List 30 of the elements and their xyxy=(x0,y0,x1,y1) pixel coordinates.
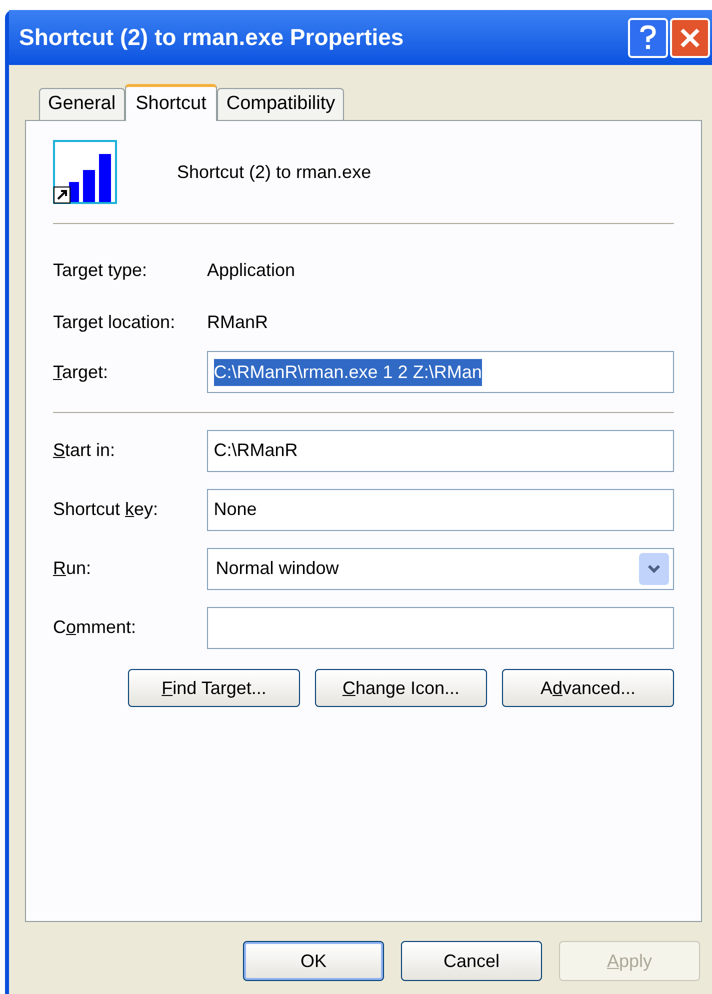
window-title: Shortcut (2) to rman.exe Properties xyxy=(19,23,405,52)
field-label: Comment: xyxy=(53,616,138,639)
dialog-button[interactable]: Cancel xyxy=(401,941,542,981)
shortcut-name: Shortcut (2) to rman.exe xyxy=(177,160,372,184)
input-field[interactable]: C:\RManR xyxy=(206,430,674,472)
field-value: Application xyxy=(207,258,296,282)
tab[interactable]: Shortcut xyxy=(124,84,218,121)
field-label: Target location: xyxy=(53,310,176,334)
tab[interactable]: Compatibility xyxy=(217,88,344,120)
close-button[interactable] xyxy=(670,18,710,58)
field-label: Target type: xyxy=(53,258,148,282)
dialog-button[interactable]: OK xyxy=(243,941,384,981)
field-value: RManR xyxy=(207,310,268,334)
close-icon xyxy=(679,26,701,48)
action-button[interactable]: Find Target... xyxy=(128,669,300,707)
input-field[interactable] xyxy=(206,606,674,648)
action-button[interactable]: Advanced... xyxy=(502,669,674,707)
field-label: Target: xyxy=(53,360,110,384)
field-label: Shortcut key: xyxy=(53,498,160,521)
question-mark-icon xyxy=(639,24,657,50)
run-dropdown[interactable]: Normal window xyxy=(206,548,674,590)
help-button[interactable] xyxy=(628,18,668,58)
bar-chart-icon xyxy=(53,140,117,204)
field-value: C:\RManR\rman.exe 1 2 Z:\RMan xyxy=(214,358,482,386)
input-field[interactable]: None xyxy=(206,488,674,530)
field-label: Run: xyxy=(53,557,92,580)
tab[interactable]: General xyxy=(39,88,125,120)
field-label: Start in: xyxy=(53,439,116,462)
action-button[interactable]: Change Icon... xyxy=(315,669,487,707)
target-field[interactable]: C:\RManR\rman.exe 1 2 Z:\RMan xyxy=(206,351,674,393)
